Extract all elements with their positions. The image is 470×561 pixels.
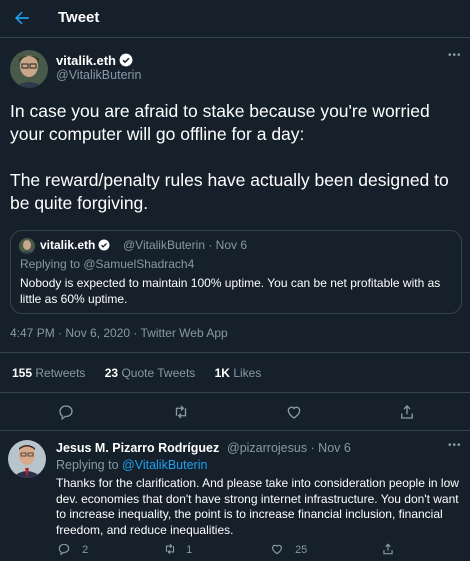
quoted-author-name: vitalik.eth	[40, 238, 110, 252]
tweet-text: In case you are afraid to stake because …	[10, 101, 449, 213]
reply-handle-date[interactable]: @pizarrojesus · Nov 6	[227, 441, 351, 455]
mention-link[interactable]: @VitalikButerin	[122, 458, 207, 472]
divider	[0, 430, 470, 431]
reply-more-options-icon[interactable]: •••	[448, 440, 462, 451]
reply-like-button[interactable]: 25	[270, 542, 307, 556]
verified-badge-icon	[98, 239, 110, 251]
reply-text: Thanks for the clarification. And please…	[56, 476, 459, 537]
author-name[interactable]: vitalik.eth	[56, 53, 133, 68]
avatar[interactable]	[10, 50, 48, 88]
share-icon[interactable]	[398, 403, 416, 421]
quoted-handle-date: @VitalikButerin · Nov 6	[123, 238, 248, 252]
header-bar: Tweet	[0, 0, 470, 38]
quoted-replying-to: Replying to @SamuelShadrach4	[20, 257, 195, 271]
divider	[0, 392, 470, 393]
reply-replying-to: Replying to @VitalikButerin	[56, 458, 208, 472]
quoted-text: Nobody is expected to maintain 100% upti…	[20, 276, 441, 306]
reply-author-name[interactable]: Jesus M. Pizarro Rodríguez	[56, 441, 219, 455]
reply-reply-button[interactable]: 2	[57, 542, 88, 556]
author-handle[interactable]: @VitalikButerin	[56, 68, 141, 82]
more-options-icon[interactable]: •••	[448, 50, 462, 61]
reply-share-button[interactable]	[381, 542, 395, 556]
quoted-avatar	[19, 238, 35, 254]
tweet-timestamp[interactable]: 4:47 PM · Nov 6, 2020 · Twitter Web App	[10, 326, 228, 340]
divider	[0, 352, 470, 353]
share-icon	[383, 543, 393, 555]
retweets-stat[interactable]: 155 Retweets	[12, 366, 85, 380]
retweet-icon[interactable]	[172, 403, 190, 421]
like-icon[interactable]	[285, 403, 303, 421]
like-icon	[272, 544, 282, 555]
verified-badge-icon	[119, 53, 133, 67]
back-arrow-icon[interactable]	[12, 8, 32, 28]
reply-avatar[interactable]	[8, 440, 46, 478]
reply-icon	[58, 543, 70, 556]
likes-stat[interactable]: 1K Likes	[215, 366, 262, 380]
quote-tweets-stat[interactable]: 23 Quote Tweets	[105, 366, 196, 380]
page-title: Tweet	[58, 9, 100, 26]
reply-icon[interactable]	[57, 403, 75, 421]
reply-retweet-button[interactable]: 1	[163, 542, 192, 556]
quoted-tweet[interactable]: vitalik.eth @VitalikButerin · Nov 6 Repl…	[10, 230, 462, 314]
tweet-stats: 155 Retweets 23 Quote Tweets 1K Likes	[12, 366, 277, 380]
retweet-icon	[165, 543, 175, 555]
